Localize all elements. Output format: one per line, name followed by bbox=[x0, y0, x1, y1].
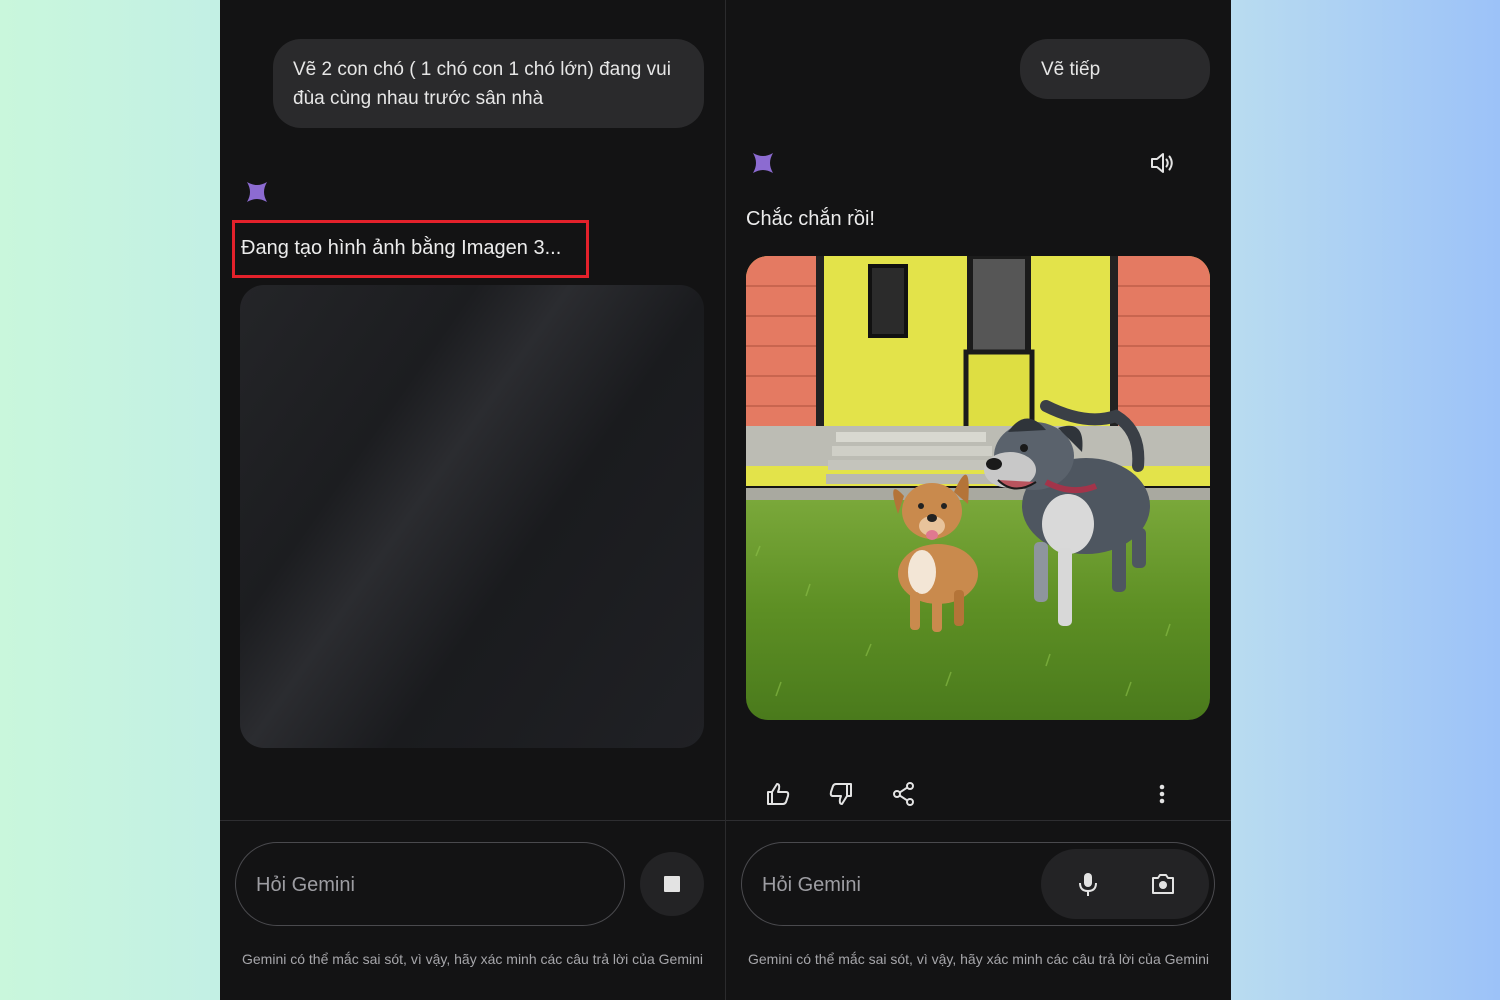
share-button[interactable] bbox=[882, 772, 926, 816]
thumbs-up-icon bbox=[767, 783, 790, 805]
prompt-input-placeholder: Hỏi Gemini bbox=[762, 874, 861, 896]
user-prompt-text: Vẽ 2 con chó ( 1 chó con 1 chó lớn) đang… bbox=[293, 59, 671, 109]
more-vert-icon bbox=[1159, 784, 1165, 804]
prompt-input[interactable]: Hỏi Gemini bbox=[235, 842, 625, 926]
thumbs-down-button[interactable] bbox=[819, 772, 863, 816]
image-loading-placeholder bbox=[240, 285, 704, 748]
left-chat-panel: Vẽ 2 con chó ( 1 chó con 1 chó lớn) đang… bbox=[220, 0, 725, 1000]
prompt-input[interactable]: Hỏi Gemini bbox=[741, 842, 1215, 926]
gemini-sparkle-icon bbox=[753, 153, 773, 173]
prompt-input-placeholder: Hỏi Gemini bbox=[256, 874, 355, 896]
bottom-divider bbox=[726, 820, 1231, 821]
read-aloud-button[interactable] bbox=[1140, 141, 1184, 185]
generating-status-text: Đang tạo hình ảnh bằng Imagen 3... bbox=[241, 237, 562, 259]
gemini-sparkle-icon bbox=[247, 182, 267, 202]
camera-icon bbox=[1152, 874, 1174, 894]
mic-icon bbox=[1079, 873, 1097, 896]
mic-button[interactable] bbox=[1066, 862, 1110, 906]
thumbs-up-button[interactable] bbox=[756, 772, 800, 816]
thumbs-down-icon bbox=[829, 783, 852, 805]
input-actions bbox=[1041, 849, 1209, 919]
speaker-icon bbox=[1151, 153, 1173, 173]
stop-icon bbox=[664, 876, 680, 892]
disclaimer-text: Gemini có thể mắc sai sót, vì vậy, hãy x… bbox=[748, 951, 1209, 967]
generated-image[interactable] bbox=[746, 256, 1210, 720]
more-options-button[interactable] bbox=[1140, 772, 1184, 816]
right-chat-panel: Vẽ tiếp Chắc chắn rồi! Hỏi Gemini Gemini… bbox=[726, 0, 1231, 1000]
bottom-divider bbox=[220, 820, 725, 821]
disclaimer-text: Gemini có thể mắc sai sót, vì vậy, hãy x… bbox=[242, 951, 703, 967]
user-prompt-bubble: Vẽ tiếp bbox=[1020, 39, 1210, 99]
generated-image-art bbox=[746, 256, 1210, 720]
response-text: Chắc chắn rồi! bbox=[746, 208, 875, 230]
stop-generation-button[interactable] bbox=[640, 852, 704, 916]
user-prompt-text: Vẽ tiếp bbox=[1041, 59, 1101, 80]
user-prompt-bubble: Vẽ 2 con chó ( 1 chó con 1 chó lớn) đang… bbox=[273, 39, 704, 128]
share-icon bbox=[893, 782, 914, 806]
camera-button[interactable] bbox=[1141, 862, 1185, 906]
